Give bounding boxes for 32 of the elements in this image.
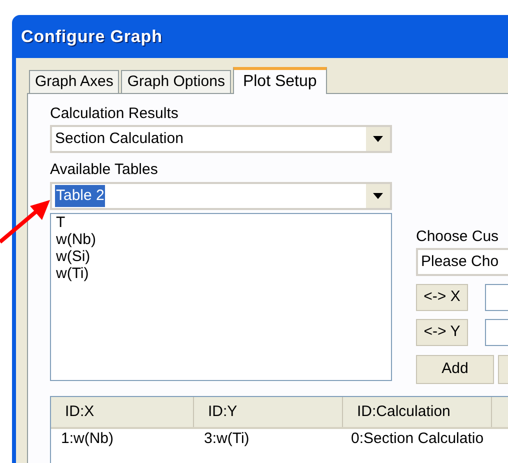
window-title: Configure Graph (21, 26, 162, 48)
field-label: Available Tables (50, 160, 159, 180)
tab[interactable]: Plot Setup (232, 67, 327, 94)
list-item[interactable]: w(Nb) (56, 231, 96, 248)
field-label: Choose Cus (416, 227, 500, 246)
annotation-arrow (0, 198, 52, 244)
column-header[interactable]: ID:X (51, 397, 194, 427)
table-cell-text: 1:w(Nb) (60, 428, 115, 449)
dropdown-field[interactable]: Table 2 (50, 182, 392, 210)
tab[interactable]: Graph Options (121, 70, 231, 93)
dropdown-field[interactable]: Section Calculation (50, 125, 392, 153)
list-item[interactable]: T (56, 214, 66, 231)
swap-button[interactable]: <-> X (416, 284, 468, 311)
field-label: Calculation Results (50, 104, 180, 124)
dropdown-value: Section Calculation (55, 128, 184, 149)
dropdown-value: Please Cho (421, 252, 499, 272)
table-cell-text: 0:Section Calculatio (350, 428, 484, 449)
list-item[interactable]: w(Si) (56, 248, 90, 265)
dropdown-caret-icon (373, 136, 383, 142)
variables-listbox[interactable]: T w(Nb) w(Si) w(Ti) (50, 213, 392, 381)
add-button[interactable]: Add (416, 355, 494, 384)
column-header[interactable]: ID:Calculation (343, 397, 492, 427)
custom-dropdown-field[interactable]: Please Cho (416, 248, 508, 276)
list-item[interactable]: w(Ti) (56, 265, 89, 282)
dropdown-button[interactable] (366, 127, 390, 151)
dropdown-caret-icon (373, 193, 383, 199)
dropdown-button[interactable] (366, 184, 390, 208)
table-cell-text: 3:w(Ti) (203, 428, 250, 449)
column-header[interactable]: ID:Y (194, 397, 343, 427)
dropdown-value: Table 2 (55, 184, 106, 208)
tab[interactable]: Graph Axes (29, 70, 120, 93)
swap-button[interactable]: <-> Y (416, 319, 468, 346)
